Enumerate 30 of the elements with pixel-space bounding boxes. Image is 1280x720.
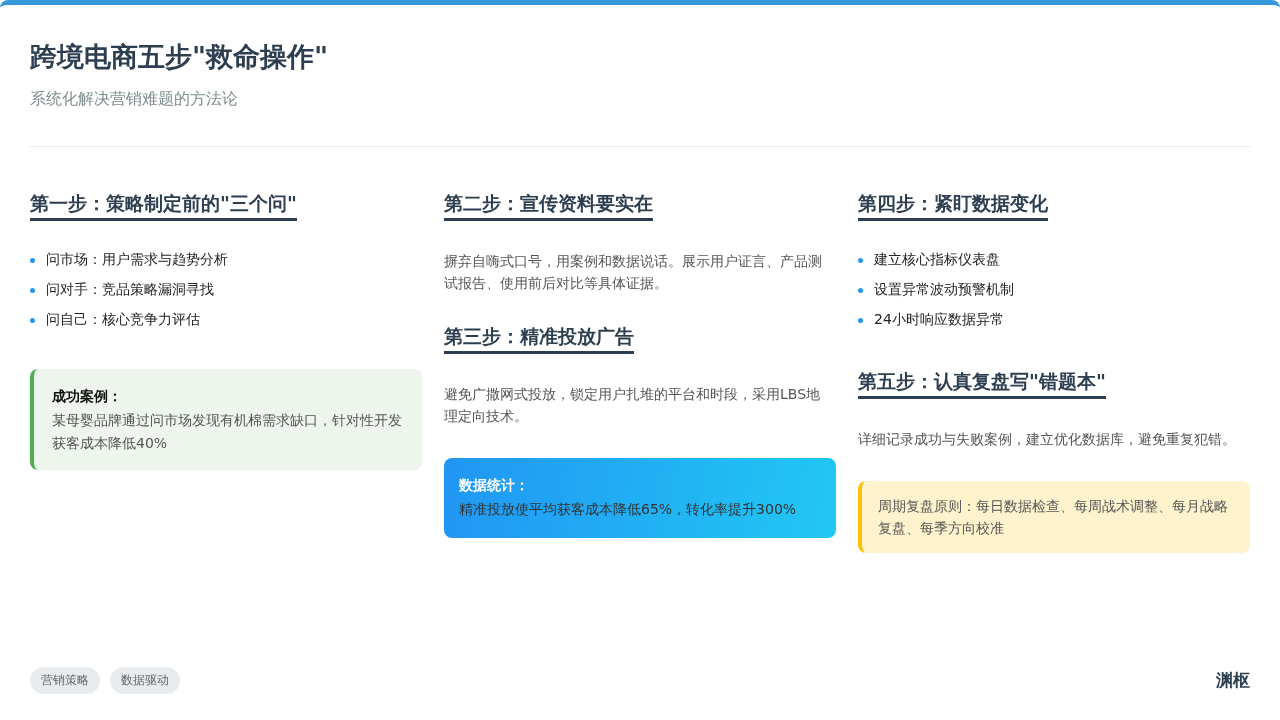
step-heading: 第四步：紧盯数据变化: [858, 191, 1048, 221]
tag-chip: 数据驱动: [110, 667, 180, 694]
step-description: 详细记录成功与失败案例，建立优化数据库，避免重复犯错。: [858, 430, 1237, 449]
bullet-icon: [858, 317, 863, 323]
page-title: 跨境电商五步"救命操作": [30, 40, 330, 74]
bullet-icon: [30, 257, 35, 263]
list-item: 24小时响应数据异常: [874, 311, 1004, 329]
step-description: 摒弃自嗨式口号，用案例和数据说话。展示用户证言、产品测试报告、使用前后对比等具体证据。: [444, 252, 823, 293]
step-description: 避免广撒网式投放，锁定用户扎堆的平台和时段，采用LBS地理定向技术。: [444, 385, 822, 427]
bullet-icon: [858, 287, 863, 293]
step-heading: 第三步：精准投放广告: [444, 324, 634, 355]
list-item: 设置异常波动预警机制: [874, 281, 1014, 299]
list-item: 问对手：竞品策略漏洞寻找: [46, 281, 214, 299]
list-item: 建立核心指标仪表盘: [874, 251, 1000, 269]
card-text: 周期复盘原则：每日数据检查、每周战术调整、每月战略复盘、每季方向校准: [878, 497, 1228, 537]
list-item: 问市场：用户需求与趋势分析: [46, 251, 228, 269]
list-item: 问自己：核心竞争力评估: [46, 311, 200, 329]
card-text: 某母婴品牌通过问市场发现有机棉需求缺口，针对性开发获客成本降低40%: [52, 412, 402, 451]
bullet-icon: [30, 317, 35, 323]
step-heading: 第一步：策略制定前的"三个问": [30, 191, 297, 221]
bullet-icon: [30, 287, 35, 293]
card-title: 成功案例：: [52, 387, 123, 406]
brand-logo: 渊枢: [1216, 669, 1250, 692]
card-title: 数据统计：: [459, 475, 530, 495]
tag-chip: 营销策略: [30, 667, 100, 694]
card-text: 精准投放使平均获客成本降低65%，转化率提升300%: [459, 501, 797, 518]
bullet-icon: [858, 257, 863, 263]
page-subtitle: 系统化解决营销难题的方法论: [30, 89, 239, 110]
step-heading: 第二步：宣传资料要实在: [444, 191, 653, 221]
step-heading: 第五步：认真复盘写"错题本": [858, 369, 1106, 399]
